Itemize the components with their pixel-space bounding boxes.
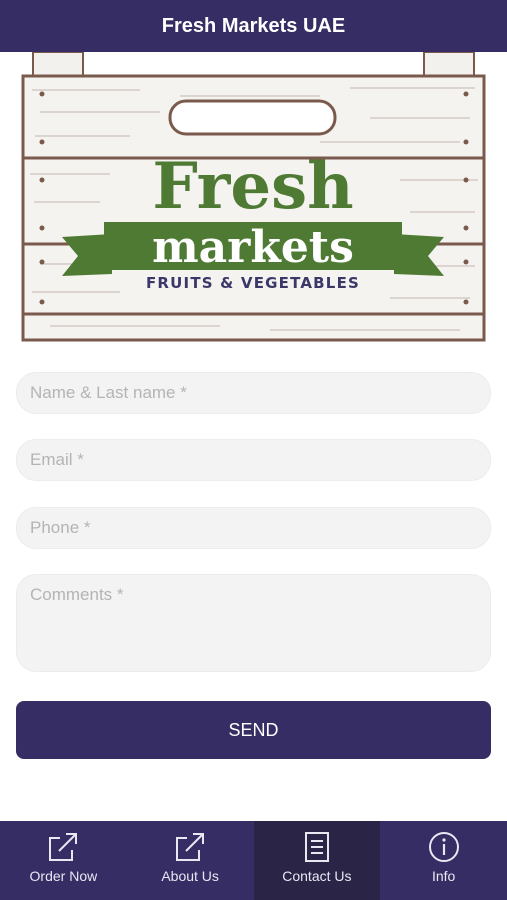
app-header: Fresh Markets UAE [0,0,507,52]
tab-info[interactable]: Info [380,821,507,900]
svg-text:Fresh: Fresh [152,149,353,224]
tab-label: About Us [161,868,219,884]
tab-about-us[interactable]: About Us [127,821,254,900]
tab-contact-us[interactable]: Contact Us [253,821,381,900]
bottom-tab-bar: Order Now About Us Contact Us Info [0,821,507,900]
tab-order-now[interactable]: Order Now [0,821,127,900]
tab-label: Order Now [29,868,98,884]
external-link-icon [49,833,78,861]
comments-field[interactable] [16,574,491,672]
page-title: Fresh Markets UAE [161,14,346,37]
email-field[interactable] [16,439,491,481]
tab-label: Contact Us [282,868,352,884]
external-link-icon [176,833,205,861]
info-icon [428,832,459,862]
send-button[interactable]: SEND [16,701,491,759]
fresh-markets-logo: Fresh markets FRUITS & VEGETABLES [20,52,487,344]
phone-field[interactable] [16,507,491,549]
wooden-crate-logo-image: Fresh markets FRUITS & VEGETABLES [21,52,486,342]
svg-text:markets: markets [152,222,354,273]
tab-label: Info [431,868,456,884]
name-field[interactable] [16,372,491,414]
document-icon [304,832,329,862]
svg-text:FRUITS & VEGETABLES: FRUITS & VEGETABLES [146,274,360,292]
